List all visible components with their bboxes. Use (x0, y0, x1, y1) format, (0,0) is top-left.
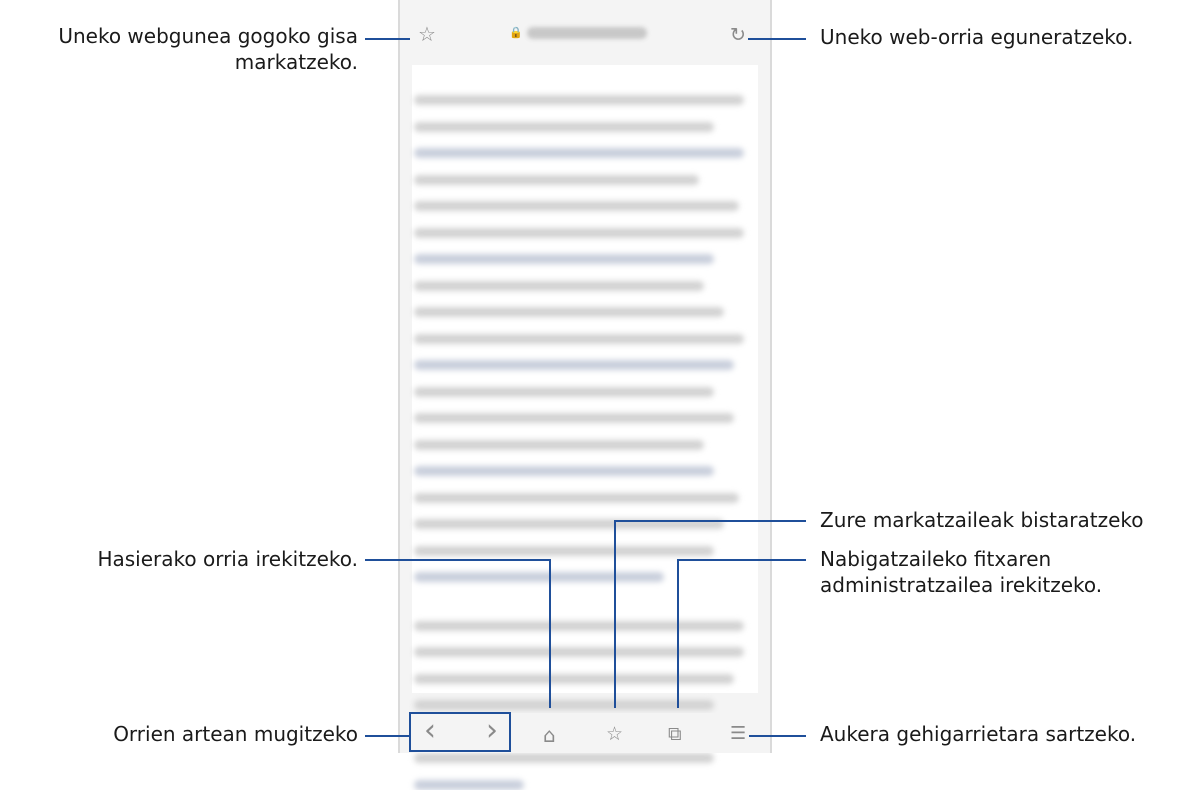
lock-icon: 🔒 (509, 26, 523, 39)
blurred-text-line (414, 753, 714, 763)
label-homepage: Hasierako orria irekitzeko. (97, 547, 358, 571)
blurred-text-line (414, 280, 704, 291)
browser-screen: ☆ 🔒 ↻ ‹ › ⌂ ☆ ⧉ ☰ (398, 0, 772, 790)
blurred-text-line (414, 360, 734, 370)
blurred-text-line (414, 492, 739, 503)
menu-icon[interactable]: ☰ (730, 725, 746, 743)
home-icon[interactable]: ⌂ (543, 725, 556, 745)
leader-tabs-v (677, 559, 679, 708)
bookmarks-icon[interactable]: ☆ (606, 725, 623, 744)
label-view-bookmarks: Zure markatzaileak bistaratzeko (820, 508, 1144, 532)
url-field[interactable] (527, 27, 647, 39)
blurred-text-line (414, 254, 714, 264)
label-bookmark-current: Uneko webgunea gogoko gisa markatzeko. (58, 24, 358, 74)
blurred-text-line (414, 333, 744, 344)
leader-homepage-h (365, 559, 551, 561)
blurred-text-line (414, 620, 744, 631)
leader-view-bookmarks-h (614, 520, 806, 522)
blurred-text-line (414, 439, 704, 450)
label-more-options: Aukera gehigarrietara sartzeko. (820, 722, 1137, 746)
leader-view-bookmarks-v (614, 520, 616, 708)
blurred-text-line (414, 673, 734, 684)
blurred-text-line (414, 466, 714, 476)
blurred-text-line (414, 386, 714, 397)
blurred-text-line (414, 647, 744, 657)
blurred-text-line (414, 148, 744, 158)
blurred-text-line (414, 779, 524, 790)
leader-bookmark-current (365, 38, 410, 40)
address-bar: ☆ 🔒 ↻ (400, 0, 770, 60)
blurred-text-line (414, 307, 724, 317)
blurred-text-line (414, 227, 744, 238)
tabs-icon[interactable]: ⧉ (668, 725, 682, 744)
blurred-text-line (414, 572, 664, 582)
navigation-bracket (409, 712, 511, 752)
blurred-text-line (414, 174, 699, 185)
blurred-text-line (414, 121, 714, 132)
page-content (412, 65, 758, 790)
blurred-text-line (414, 95, 744, 105)
leader-more-options (749, 735, 806, 737)
blurred-text-line (414, 700, 714, 710)
leader-refresh (748, 38, 806, 40)
label-refresh: Uneko web-orria eguneratzeko. (820, 25, 1134, 49)
blurred-text-line (414, 545, 714, 556)
label-tab-manager: Nabigatzaileko fitxaren administratzaile… (820, 547, 1103, 597)
leader-tabs-h (677, 559, 806, 561)
leader-homepage-v (549, 559, 551, 708)
label-move-pages: Orrien artean mugitzeko (113, 722, 358, 746)
blurred-text-line (414, 413, 734, 423)
star-icon[interactable]: ☆ (418, 24, 436, 44)
leader-move-pages (365, 735, 409, 737)
refresh-icon[interactable]: ↻ (730, 26, 746, 45)
blurred-text-line (414, 201, 739, 211)
